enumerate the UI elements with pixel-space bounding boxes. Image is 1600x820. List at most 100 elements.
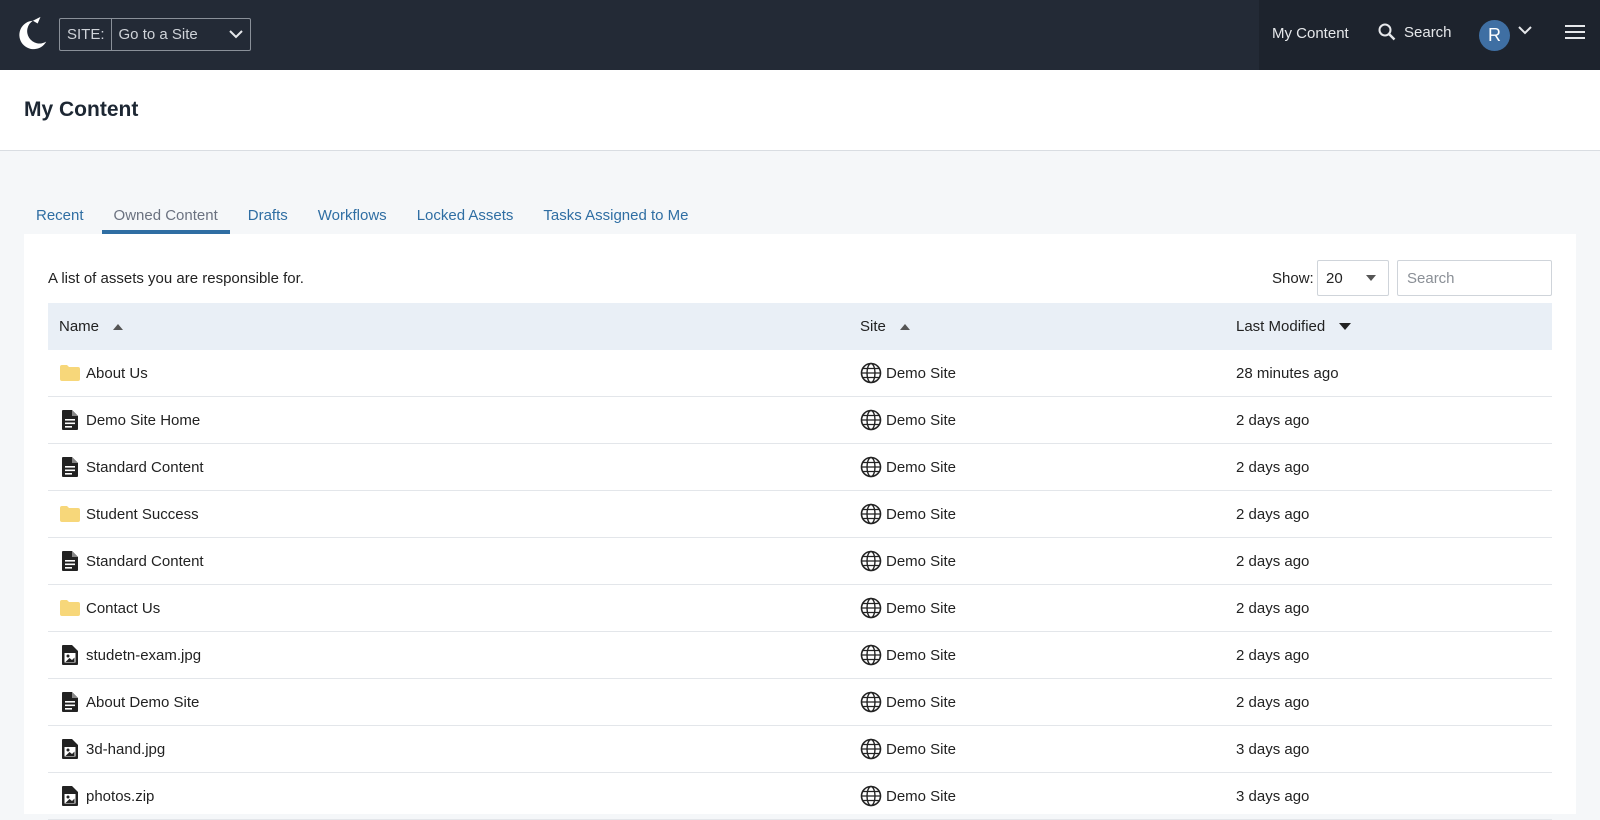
globe-icon: [860, 362, 882, 384]
globe-icon: [860, 691, 882, 713]
table-row[interactable]: Student Success Demo Site 2 days ago: [48, 491, 1552, 538]
tab-tasks-assigned-to-me[interactable]: Tasks Assigned to Me: [531, 190, 700, 234]
site-cell: Demo Site: [848, 785, 1225, 807]
last-modified-cell: 2 days ago: [1236, 599, 1310, 617]
last-modified-cell: 2 days ago: [1236, 646, 1310, 664]
nav-search-label: Search: [1404, 23, 1452, 41]
folder-icon: [59, 362, 81, 384]
table-row[interactable]: Standard Content Demo Site 2 days ago: [48, 444, 1552, 491]
app-logo-icon[interactable]: [12, 15, 50, 53]
last-modified-cell: 2 days ago: [1236, 693, 1310, 711]
site-name: Demo Site: [886, 599, 957, 617]
page-icon: [59, 691, 81, 713]
globe-icon: [860, 409, 882, 431]
asset-name-link[interactable]: About Us: [86, 365, 148, 382]
site-cell: Demo Site: [848, 738, 1225, 760]
asset-name-cell: 3d-hand.jpg: [48, 738, 848, 760]
site-cell: Demo Site: [848, 409, 1225, 431]
table-row[interactable]: About Demo Site Demo Site 2 days ago: [48, 679, 1552, 726]
asset-name-cell: photos.zip: [48, 785, 848, 807]
globe-icon: [860, 456, 882, 478]
column-header-label: Last Modified: [1236, 318, 1326, 335]
table-row[interactable]: Demo Site Home Demo Site 2 days ago: [48, 397, 1552, 444]
folder-icon: [59, 597, 81, 619]
column-header-label: Name: [59, 318, 100, 335]
nav-search-button[interactable]: Search: [1378, 23, 1452, 41]
table-row[interactable]: Standard Content Demo Site 2 days ago: [48, 538, 1552, 585]
panel-description: A list of assets you are responsible for…: [48, 270, 304, 287]
sort-ascending-icon: [113, 323, 124, 330]
asset-name-link[interactable]: 3d-hand.jpg: [86, 741, 165, 758]
asset-name-cell: Demo Site Home: [48, 409, 848, 431]
image-file-icon: [59, 644, 81, 666]
asset-name-link[interactable]: Standard Content: [86, 553, 204, 570]
asset-name-link[interactable]: Demo Site Home: [86, 412, 200, 429]
asset-name-cell: Student Success: [48, 503, 848, 525]
asset-name-cell: studetn-exam.jpg: [48, 644, 848, 666]
page-icon: [59, 409, 81, 431]
site-name: Demo Site: [886, 411, 957, 429]
table-header-row: Name Site Last Modified: [48, 303, 1552, 350]
assets-table: Name Site Last Modified About Us Demo Sit…: [48, 303, 1552, 820]
hamburger-menu-icon[interactable]: [1565, 24, 1585, 40]
caret-down-icon: [1366, 275, 1376, 281]
nav-my-content-link[interactable]: My Content: [1272, 25, 1349, 42]
site-name: Demo Site: [886, 693, 957, 711]
asset-name-cell: Standard Content: [48, 456, 848, 478]
asset-name-cell: About Us: [48, 362, 848, 384]
column-header-last-modified[interactable]: Last Modified: [1225, 318, 1552, 335]
avatar[interactable]: R: [1479, 20, 1510, 51]
tab-recent[interactable]: Recent: [24, 190, 96, 234]
site-cell: Demo Site: [848, 456, 1225, 478]
site-picker[interactable]: SITE: Go to a Site: [59, 18, 251, 51]
globe-icon: [860, 550, 882, 572]
image-file-icon: [59, 738, 81, 760]
site-cell: Demo Site: [848, 362, 1225, 384]
asset-name-link[interactable]: About Demo Site: [86, 694, 199, 711]
content-tabs: Recent Owned Content Drafts Workflows Locked…: [24, 190, 701, 234]
last-modified-cell: 3 days ago: [1236, 787, 1310, 805]
site-cell: Demo Site: [848, 691, 1225, 713]
table-row[interactable]: photos.zip Demo Site 3 days ago: [48, 773, 1552, 820]
site-name: Demo Site: [886, 364, 957, 382]
page-icon: [59, 456, 81, 478]
page-size-select[interactable]: 20: [1317, 260, 1389, 296]
tab-owned-content[interactable]: Owned Content: [101, 190, 230, 234]
asset-name-link[interactable]: photos.zip: [86, 788, 154, 805]
tab-locked-assets[interactable]: Locked Assets: [405, 190, 526, 234]
last-modified-cell: 2 days ago: [1236, 458, 1310, 476]
site-cell: Demo Site: [848, 550, 1225, 572]
sort-descending-icon: [1339, 323, 1352, 330]
table-row[interactable]: Contact Us Demo Site 2 days ago: [48, 585, 1552, 632]
page-size-value: 20: [1326, 269, 1343, 287]
table-row[interactable]: studetn-exam.jpg Demo Site 2 days ago: [48, 632, 1552, 679]
site-cell: Demo Site: [848, 503, 1225, 525]
asset-name-link[interactable]: studetn-exam.jpg: [86, 647, 201, 664]
asset-name-link[interactable]: Standard Content: [86, 459, 204, 476]
asset-name-cell: Standard Content: [48, 550, 848, 572]
column-header-site[interactable]: Site: [848, 318, 1225, 335]
site-name: Demo Site: [886, 458, 957, 476]
asset-name-link[interactable]: Student Success: [86, 506, 199, 523]
tab-drafts[interactable]: Drafts: [236, 190, 300, 234]
asset-name-cell: About Demo Site: [48, 691, 848, 713]
site-name: Demo Site: [886, 787, 957, 805]
site-cell: Demo Site: [848, 644, 1225, 666]
globe-icon: [860, 644, 882, 666]
asset-name-link[interactable]: Contact Us: [86, 600, 160, 617]
last-modified-cell: 2 days ago: [1236, 505, 1310, 523]
last-modified-cell: 2 days ago: [1236, 411, 1310, 429]
site-cell: Demo Site: [848, 597, 1225, 619]
search-input[interactable]: [1397, 260, 1552, 296]
table-row[interactable]: About Us Demo Site 28 minutes ago: [48, 350, 1552, 397]
tab-workflows[interactable]: Workflows: [306, 190, 399, 234]
table-row[interactable]: 3d-hand.jpg Demo Site 3 days ago: [48, 726, 1552, 773]
sort-ascending-icon: [899, 323, 910, 330]
site-name: Demo Site: [886, 740, 957, 758]
image-file-icon: [59, 785, 81, 807]
site-picker-label: SITE:: [60, 19, 112, 50]
column-header-name[interactable]: Name: [48, 318, 848, 335]
globe-icon: [860, 503, 882, 525]
chevron-down-icon[interactable]: [1518, 26, 1532, 35]
last-modified-cell: 3 days ago: [1236, 740, 1310, 758]
